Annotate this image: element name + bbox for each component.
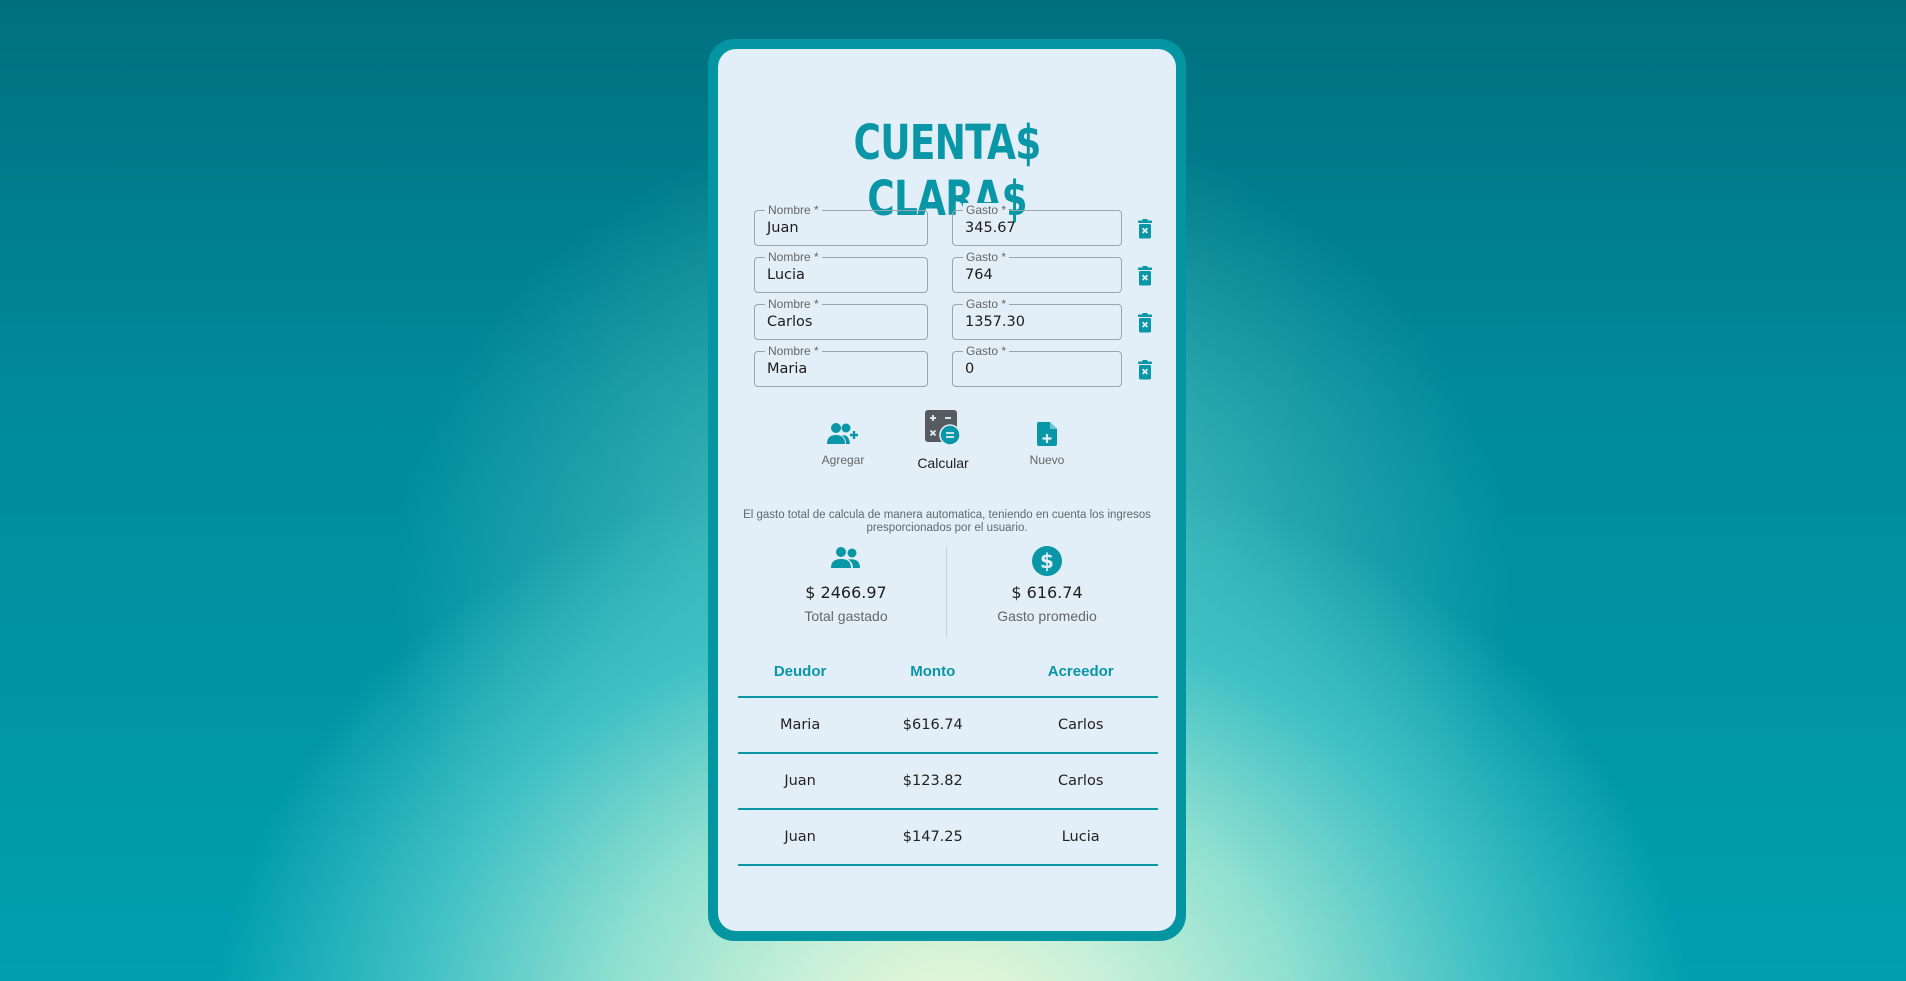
average-stat: $ $ 616.74 Gasto promedio <box>947 546 1147 624</box>
app-screen: CUENTA$ CLARA$ Nombre * Juan Gasto * 345… <box>718 49 1176 931</box>
name-field-value: Lucia <box>767 267 805 283</box>
monto-cell: $147.25 <box>862 809 1004 866</box>
table-row: Juan $123.82 Carlos <box>738 753 1158 810</box>
name-field[interactable]: Nombre * Maria <box>754 344 928 387</box>
acreedor-cell: Lucia <box>1003 809 1158 866</box>
name-field-label: Nombre * <box>765 203 822 217</box>
table-header-row: Deudor Monto Acreedor <box>738 647 1158 698</box>
results-table: Deudor Monto Acreedor Maria $616.74 Carl… <box>738 647 1158 866</box>
add-button[interactable]: Agregar <box>813 422 873 467</box>
participant-row: Nombre * Lucia Gasto * 764 <box>754 249 1164 293</box>
gasto-field[interactable]: Gasto * 0 <box>952 344 1122 387</box>
calculate-button-label: Calcular <box>917 455 969 471</box>
name-field-label: Nombre * <box>765 344 822 358</box>
delete-icon[interactable] <box>1137 313 1153 333</box>
new-button-label: Nuevo <box>1029 453 1065 467</box>
gasto-field-label: Gasto * <box>963 203 1010 217</box>
gasto-field[interactable]: Gasto * 345.67 <box>952 203 1122 246</box>
average-value: $ 616.74 <box>1011 583 1083 602</box>
total-stat: $ 2466.97 Total gastado <box>746 546 946 624</box>
participant-row: Nombre * Carlos Gasto * 1357.30 <box>754 296 1164 340</box>
deudor-cell: Maria <box>738 697 863 754</box>
column-header-deudor: Deudor <box>738 647 863 698</box>
column-header-acreedor: Acreedor <box>1003 647 1158 698</box>
acreedor-cell: Carlos <box>1003 697 1158 754</box>
name-field-value: Juan <box>767 220 799 236</box>
group-icon <box>831 547 860 568</box>
phone-frame: CUENTA$ CLARA$ Nombre * Juan Gasto * 345… <box>708 39 1186 941</box>
participant-row: Nombre * Juan Gasto * 345.67 <box>754 202 1164 246</box>
total-value: $ 2466.97 <box>805 583 887 602</box>
gasto-field-value: 345.67 <box>965 220 1016 236</box>
table-row: Juan $147.25 Lucia <box>738 809 1158 866</box>
monto-cell: $616.74 <box>862 697 1004 754</box>
name-field-value: Carlos <box>767 314 813 330</box>
total-label: Total gastado <box>804 608 888 624</box>
delete-icon[interactable] <box>1137 360 1153 380</box>
table-row: Maria $616.74 Carlos <box>738 697 1158 754</box>
gasto-field-label: Gasto * <box>963 250 1010 264</box>
gasto-field-value: 764 <box>965 267 993 283</box>
new-file-icon <box>1037 422 1057 446</box>
name-field-label: Nombre * <box>765 297 822 311</box>
new-button[interactable]: Nuevo <box>1022 422 1072 467</box>
name-field-value: Maria <box>767 361 808 377</box>
calculate-button[interactable]: Calcular <box>908 410 978 471</box>
gasto-field-value: 1357.30 <box>965 314 1025 330</box>
gasto-field[interactable]: Gasto * 1357.30 <box>952 297 1122 340</box>
name-field-label: Nombre * <box>765 250 822 264</box>
participant-row: Nombre * Maria Gasto * 0 <box>754 343 1164 387</box>
calculator-icon <box>925 410 961 446</box>
delete-icon[interactable] <box>1137 266 1153 286</box>
dollar-icon: $ <box>1032 546 1062 576</box>
svg-text:$: $ <box>1040 549 1054 573</box>
add-person-icon <box>827 423 858 444</box>
monto-cell: $123.82 <box>862 753 1004 810</box>
gasto-field-label: Gasto * <box>963 297 1010 311</box>
add-button-label: Agregar <box>821 453 865 467</box>
gasto-field-value: 0 <box>965 361 975 377</box>
gasto-field[interactable]: Gasto * 764 <box>952 250 1122 293</box>
name-field[interactable]: Nombre * Lucia <box>754 250 928 293</box>
acreedor-cell: Carlos <box>1003 753 1158 810</box>
name-field[interactable]: Nombre * Juan <box>754 203 928 246</box>
column-header-monto: Monto <box>862 647 1004 698</box>
deudor-cell: Juan <box>738 753 863 810</box>
delete-icon[interactable] <box>1137 219 1153 239</box>
gasto-field-label: Gasto * <box>963 344 1010 358</box>
deudor-cell: Juan <box>738 809 863 866</box>
name-field[interactable]: Nombre * Carlos <box>754 297 928 340</box>
average-label: Gasto promedio <box>997 608 1097 624</box>
info-note: El gasto total de calcula de manera auto… <box>743 509 1151 534</box>
